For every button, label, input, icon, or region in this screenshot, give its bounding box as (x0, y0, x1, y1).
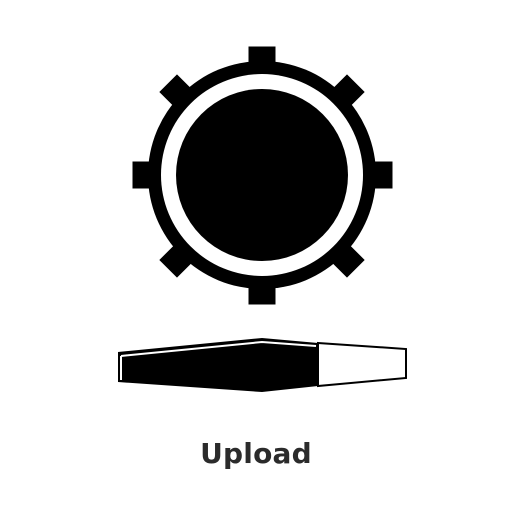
tray-icon (118, 338, 407, 392)
upload-label: Upload (200, 437, 312, 470)
gear-icon (118, 46, 407, 392)
upload-illustration[interactable] (0, 0, 512, 420)
